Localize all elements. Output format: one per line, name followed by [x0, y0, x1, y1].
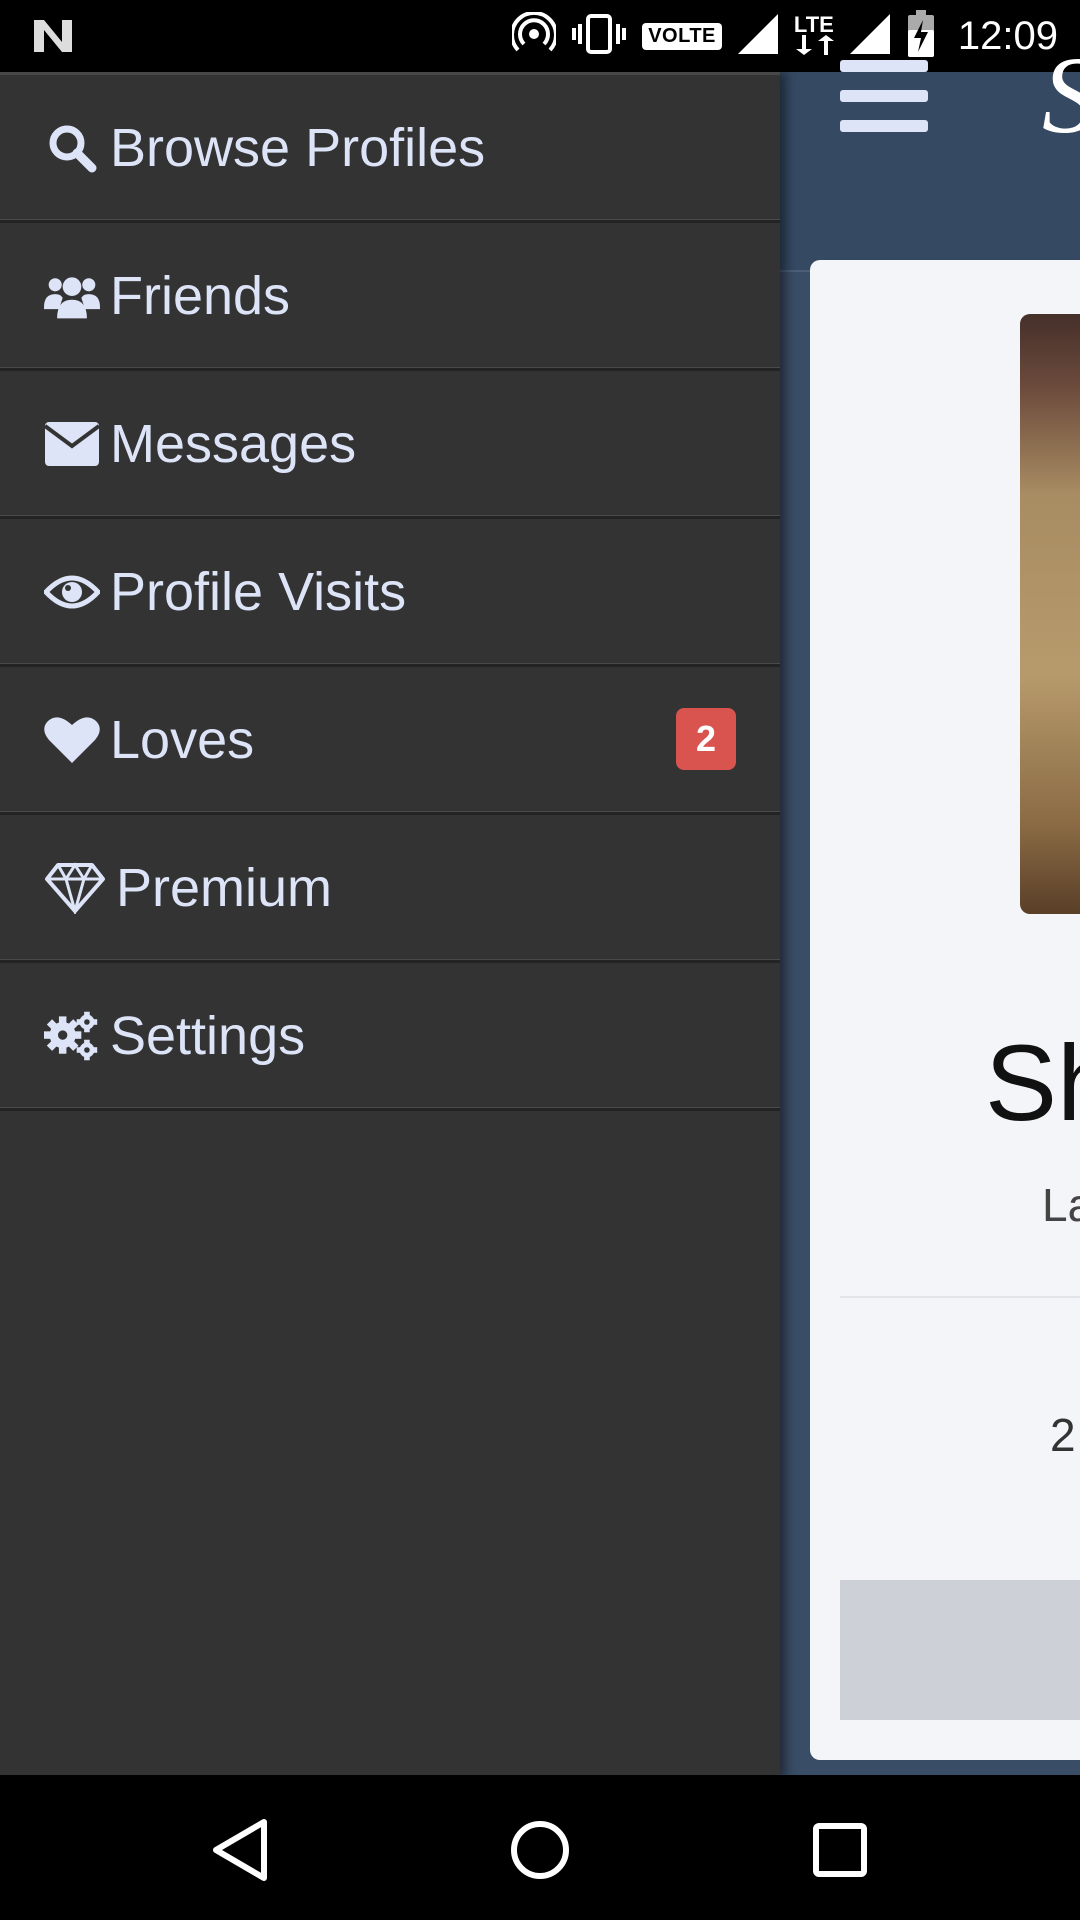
- search-icon: [44, 120, 100, 176]
- profile-name: Sh: [985, 1022, 1080, 1143]
- volte-label: VOLTE: [642, 22, 722, 50]
- lte-indicator: LTE: [793, 11, 834, 58]
- app-header: [780, 72, 1080, 272]
- profile-photo[interactable]: [1020, 314, 1080, 914]
- home-icon[interactable]: [505, 1815, 575, 1885]
- lte-label: LTE: [793, 11, 834, 37]
- battery-charging-icon: [906, 9, 936, 63]
- notification-badge: 2: [676, 708, 736, 770]
- menu-item-profile-visits[interactable]: Profile Visits: [0, 519, 780, 667]
- app-logo: S: [1042, 40, 1080, 150]
- menu-item-label: Browse Profiles: [110, 117, 486, 178]
- menu-item-label: Friends: [110, 265, 291, 326]
- hamburger-menu-button[interactable]: [840, 60, 928, 136]
- system-nav-bar: [0, 1775, 1080, 1920]
- eye-icon: [44, 564, 100, 620]
- gears-icon: [44, 1008, 100, 1064]
- recents-icon[interactable]: [805, 1815, 875, 1885]
- menu-item-settings[interactable]: Settings: [0, 963, 780, 1111]
- menu-item-label: Messages: [110, 413, 357, 474]
- navigation-drawer: Browse Profiles Friends Messages Profile…: [0, 72, 780, 1778]
- menu-item-premium[interactable]: Premium: [0, 815, 780, 963]
- menu-item-label: Profile Visits: [110, 561, 407, 622]
- profile-section: [840, 1580, 1080, 1720]
- n-icon: [30, 16, 76, 56]
- heart-icon: [44, 712, 100, 768]
- envelope-icon: [44, 416, 100, 472]
- users-icon: [44, 268, 100, 324]
- diamond-icon: [44, 860, 106, 916]
- back-icon[interactable]: [205, 1815, 275, 1885]
- menu-item-browse-profiles[interactable]: Browse Profiles: [0, 75, 780, 223]
- menu-item-label: Loves: [110, 709, 255, 770]
- menu-item-friends[interactable]: Friends: [0, 223, 780, 371]
- menu-item-messages[interactable]: Messages: [0, 371, 780, 519]
- signal-icon: [848, 12, 892, 61]
- profile-location: La: [1042, 1179, 1080, 1231]
- hotspot-icon: [510, 10, 559, 61]
- menu-item-label: Settings: [110, 1005, 306, 1066]
- vibrate-icon: [570, 12, 628, 61]
- menu-item-loves[interactable]: Loves 2: [0, 667, 780, 815]
- divider: [840, 1296, 1080, 1298]
- menu-item-label: Premium: [116, 857, 333, 918]
- signal-icon: [736, 12, 780, 61]
- profile-stat: 2: [1050, 1409, 1076, 1461]
